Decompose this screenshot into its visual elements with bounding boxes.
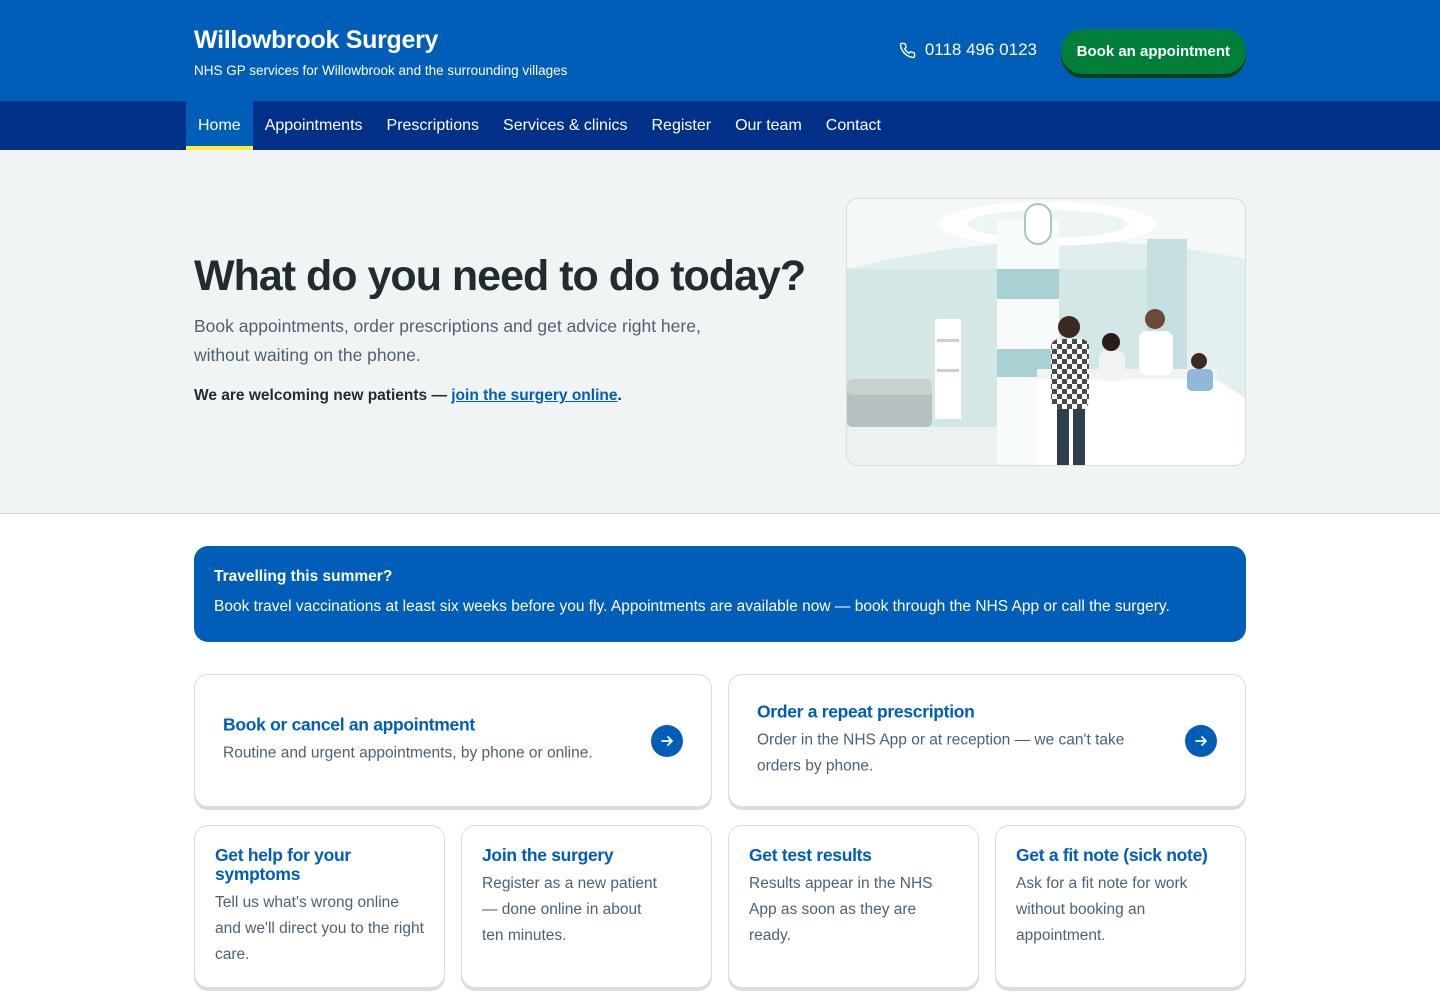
phone-link[interactable]: 0118 496 0123: [899, 40, 1037, 60]
reception-photo: [846, 198, 1246, 466]
nav-item-prescriptions[interactable]: Prescriptions: [375, 101, 491, 150]
nav-list: Home Appointments Prescriptions Services…: [186, 101, 893, 150]
card-test-results[interactable]: Get test results Results appear in the N…: [728, 825, 979, 988]
new-patients-text: We are welcoming new patients — join the…: [194, 387, 622, 405]
nav-item-appointments[interactable]: Appointments: [253, 101, 375, 150]
hero-lead: Book appointments, order prescriptions a…: [194, 316, 701, 365]
join-surgery-link[interactable]: join the surgery online: [451, 387, 617, 404]
phone-number: 0118 496 0123: [924, 40, 1037, 59]
card-desc: Ask for a fit note for work without book…: [1016, 875, 1188, 944]
card-body: Book or cancel an appointment Routine an…: [223, 715, 631, 766]
nav-item-our-team[interactable]: Our team: [723, 101, 814, 150]
nav-item-home[interactable]: Home: [186, 101, 253, 150]
main-nav: Home Appointments Prescriptions Services…: [0, 101, 1440, 150]
hero-section: What do you need to do today? Book appoi…: [0, 150, 1440, 514]
card-title: Get test results: [749, 845, 872, 865]
card-title: Book or cancel an appointment: [223, 714, 475, 734]
card-desc: Routine and urgent appointments, by phon…: [223, 744, 593, 761]
card-repeat-prescription[interactable]: Order a repeat prescription Order in the…: [728, 674, 1246, 807]
reception-illustration: [847, 199, 1245, 465]
nav-item-services-clinics[interactable]: Services & clinics: [491, 101, 639, 150]
new-patients-suffix: .: [617, 387, 622, 404]
nav-item-register[interactable]: Register: [640, 101, 724, 150]
banner-text: Book travel vaccinations at least six we…: [214, 598, 1170, 615]
phone-icon: [899, 42, 916, 58]
card-title: Get help for your symptoms: [215, 845, 351, 884]
hero-title: What do you need to do today?: [194, 252, 806, 300]
book-appointment-button[interactable]: Book an appointment: [1060, 29, 1246, 74]
site-title[interactable]: Willowbrook Surgery: [194, 26, 438, 55]
arrow-right-icon[interactable]: [1185, 725, 1217, 757]
card-symptoms-help[interactable]: Get help for your symptoms Tell us what'…: [194, 825, 445, 988]
card-title: Get a fit note (sick note): [1016, 845, 1208, 865]
header-inner: Willowbrook Surgery NHS GP services for …: [194, 0, 1246, 101]
card-desc: Tell us what's wrong online and we'll di…: [215, 894, 424, 963]
nav-item-contact[interactable]: Contact: [814, 101, 893, 150]
new-patients-prefix: We are welcoming new patients —: [194, 387, 452, 404]
card-title: Order a repeat prescription: [757, 701, 975, 721]
card-desc: Register as a new patient — done online …: [482, 875, 657, 944]
travel-banner: Travelling this summer? Book travel vacc…: [194, 546, 1246, 642]
card-join-surgery[interactable]: Join the surgery Register as a new patie…: [461, 825, 712, 988]
card-body: Order a repeat prescription Order in the…: [757, 702, 1165, 779]
site-header: Willowbrook Surgery NHS GP services for …: [0, 0, 1440, 101]
arrow-right-icon[interactable]: [651, 725, 683, 757]
site-subtitle: NHS GP services for Willowbrook and the …: [194, 63, 568, 78]
card-title: Join the surgery: [482, 845, 614, 865]
banner-title: Travelling this summer?: [214, 568, 393, 585]
card-fit-note[interactable]: Get a fit note (sick note) Ask for a fit…: [995, 825, 1246, 988]
card-desc: Results appear in the NHS App as soon as…: [749, 875, 933, 944]
card-desc: Order in the NHS App or at reception — w…: [757, 731, 1125, 774]
card-book-appointment[interactable]: Book or cancel an appointment Routine an…: [194, 674, 712, 807]
